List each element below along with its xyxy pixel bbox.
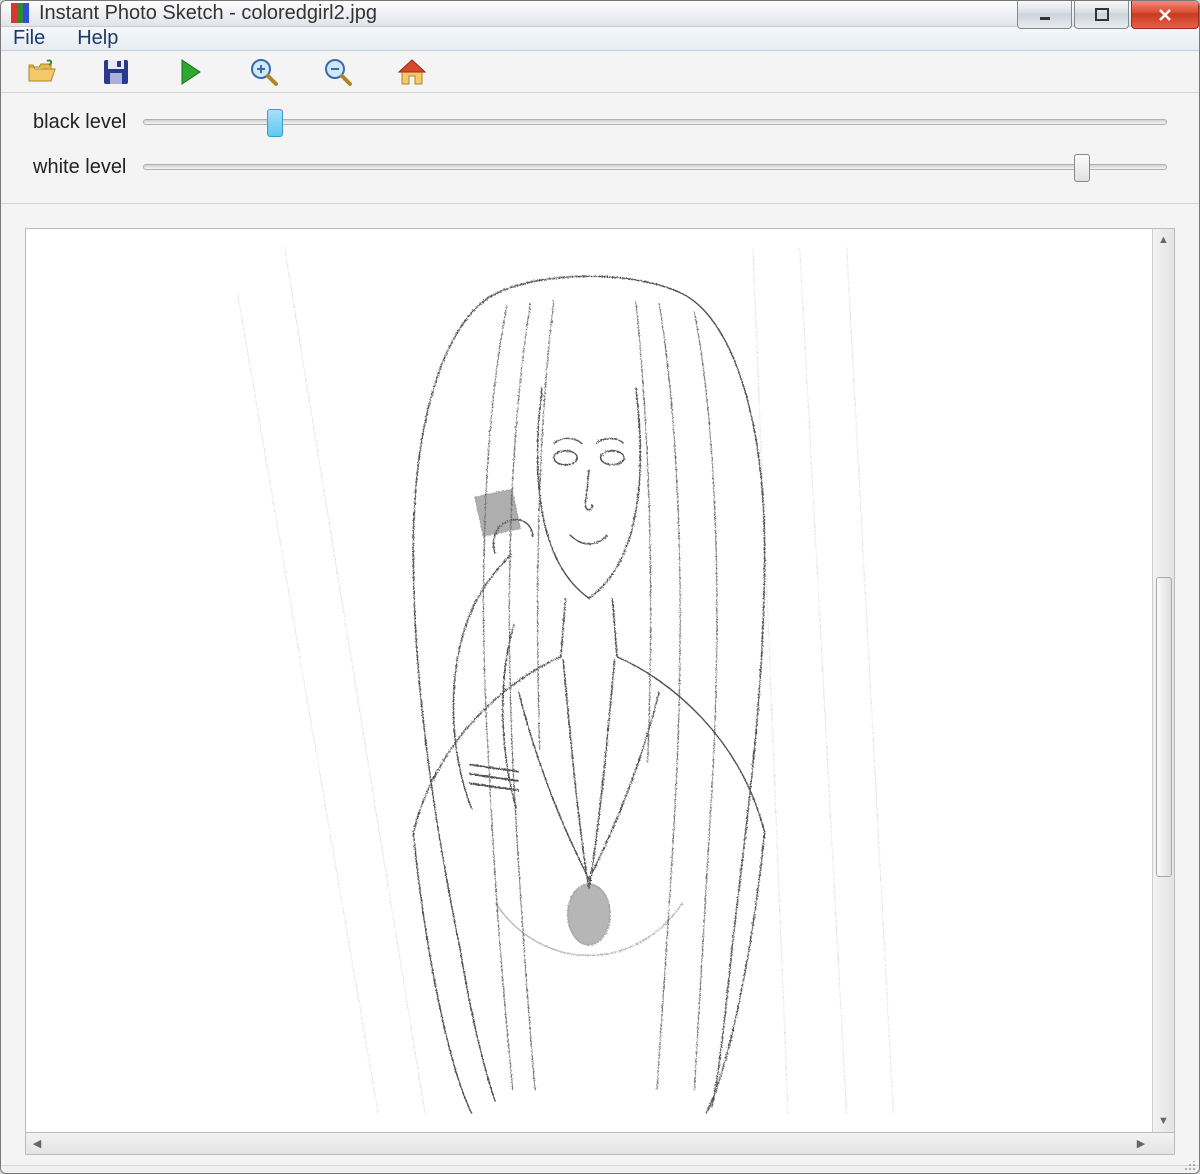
maximize-button[interactable] (1074, 1, 1129, 29)
white-level-thumb[interactable] (1074, 154, 1090, 182)
resize-grip-icon[interactable] (1182, 1161, 1196, 1171)
zoom-out-button[interactable] (321, 55, 355, 89)
minimize-icon (1038, 8, 1052, 22)
scroll-left-arrow[interactable]: ◀ (26, 1133, 48, 1154)
zoom-in-button[interactable] (247, 55, 281, 89)
toolbar (1, 51, 1199, 93)
menu-file[interactable]: File (13, 27, 45, 50)
open-button[interactable] (25, 55, 59, 89)
home-button[interactable] (395, 55, 429, 89)
app-window: Instant Photo Sketch - coloredgirl2.jpg … (0, 0, 1200, 1174)
slider-panel: black level white level (1, 93, 1199, 204)
black-level-label: black level (33, 111, 143, 134)
canvas-container: ▲ ▼ (25, 228, 1175, 1133)
minimize-button[interactable] (1017, 1, 1072, 29)
maximize-icon (1095, 8, 1109, 22)
save-button[interactable] (99, 55, 133, 89)
close-button[interactable] (1131, 1, 1199, 29)
home-icon (397, 58, 427, 86)
run-button[interactable] (173, 55, 207, 89)
titlebar[interactable]: Instant Photo Sketch - coloredgirl2.jpg (1, 1, 1199, 27)
scroll-up-arrow[interactable]: ▲ (1153, 229, 1174, 251)
play-icon (178, 58, 202, 86)
app-icon (11, 3, 31, 23)
white-level-slider[interactable] (143, 164, 1167, 170)
scroll-right-arrow[interactable]: ▶ (1130, 1133, 1152, 1154)
white-level-label: white level (33, 156, 143, 179)
open-icon (27, 59, 57, 85)
menu-help[interactable]: Help (77, 27, 118, 50)
black-level-slider[interactable] (143, 119, 1167, 125)
black-level-thumb[interactable] (267, 109, 283, 137)
zoom-out-icon (323, 57, 353, 87)
menubar: File Help (1, 27, 1199, 51)
scroll-down-arrow[interactable]: ▼ (1153, 1110, 1174, 1132)
vertical-scrollbar[interactable]: ▲ ▼ (1152, 229, 1174, 1132)
black-level-row: black level (33, 111, 1167, 134)
close-icon (1157, 7, 1173, 23)
window-title: Instant Photo Sketch - coloredgirl2.jpg (39, 2, 377, 25)
save-icon (102, 58, 130, 86)
horizontal-scrollbar[interactable]: ◀ ▶ (25, 1133, 1175, 1155)
statusbar (1, 1165, 1199, 1173)
window-controls (1015, 1, 1199, 29)
canvas-area: ▲ ▼ ◀ ▶ (1, 204, 1199, 1165)
canvas-content[interactable] (26, 229, 1152, 1132)
vertical-scroll-thumb[interactable] (1156, 577, 1172, 877)
sketch-image (223, 247, 955, 1114)
white-level-row: white level (33, 156, 1167, 179)
zoom-in-icon (249, 57, 279, 87)
